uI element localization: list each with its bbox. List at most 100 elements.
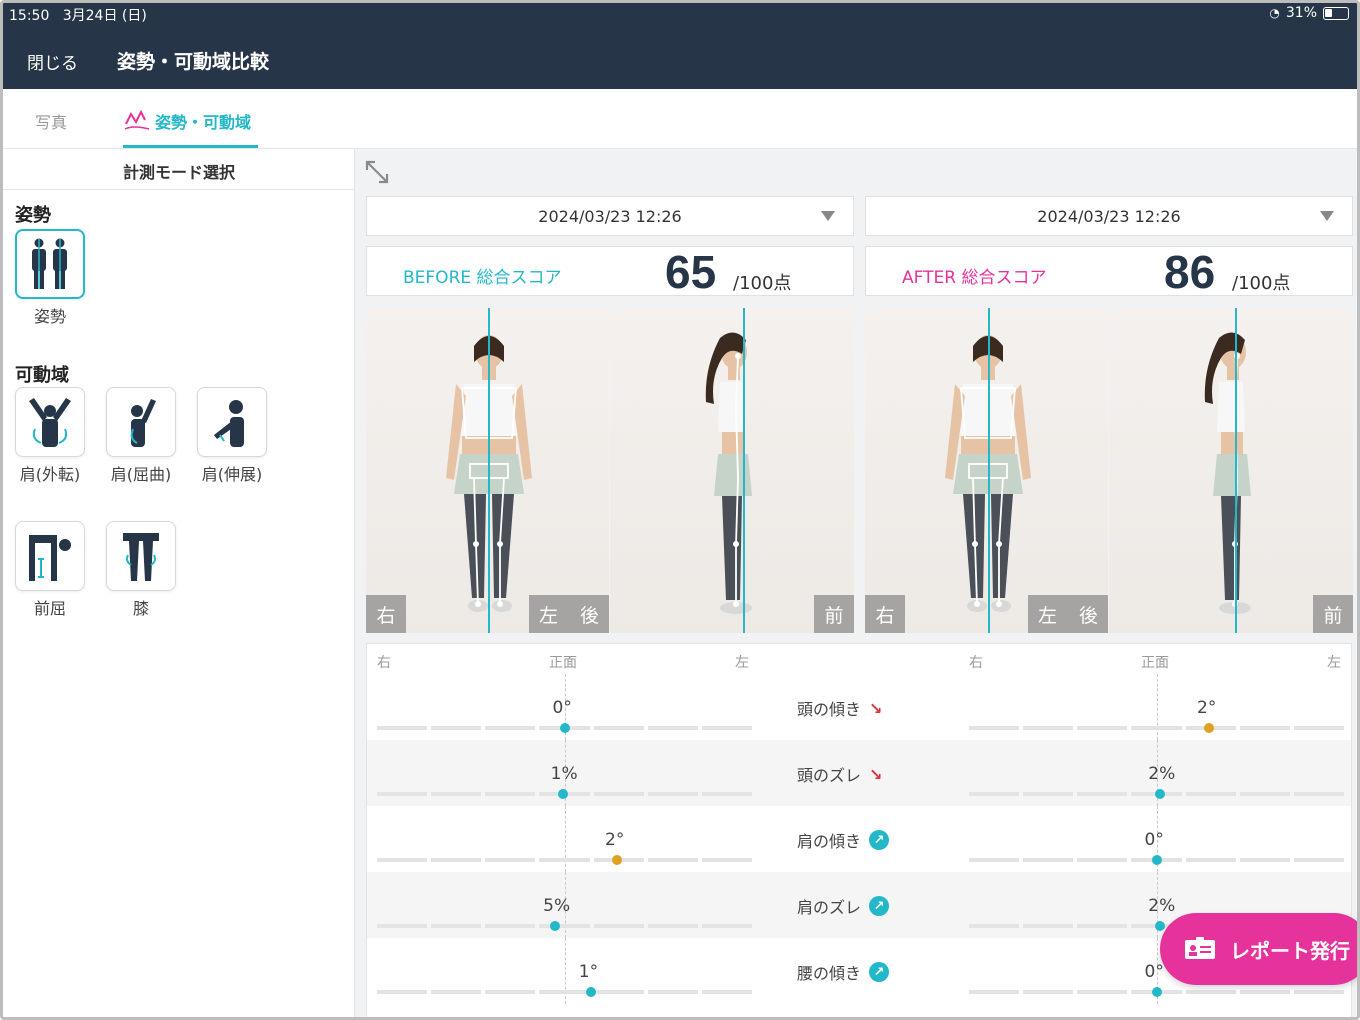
metric-label-text: 腰の傾き bbox=[797, 964, 862, 983]
mode-shoulder-flexion-button[interactable] bbox=[106, 387, 176, 457]
shoulder-extension-icon bbox=[214, 400, 244, 447]
before-value-dot bbox=[550, 921, 561, 931]
metric-label-text: 肩のズレ bbox=[797, 898, 862, 917]
before-axis-center: 正面 bbox=[549, 655, 577, 671]
shoulder-flexion-icon bbox=[130, 399, 156, 447]
divider bbox=[3, 189, 355, 190]
trend-up-icon: ↗ bbox=[869, 962, 890, 982]
before-date-text: 2024/03/23 12:26 bbox=[538, 207, 682, 226]
expand-icon[interactable] bbox=[364, 159, 390, 185]
tab-photo[interactable]: 写真 bbox=[35, 109, 67, 133]
battery-level: 31% bbox=[1285, 5, 1317, 21]
mode-posture-button[interactable] bbox=[15, 229, 85, 299]
before-axis-right: 右 bbox=[377, 655, 391, 671]
table-row: 頭のズレ ↘ 1% 2% bbox=[367, 740, 1351, 806]
issue-report-button[interactable]: レポート発行 bbox=[1160, 913, 1357, 985]
mode-knee-button[interactable] bbox=[106, 521, 176, 591]
value-track bbox=[377, 990, 752, 994]
after-value-text: 2% bbox=[1148, 896, 1176, 916]
before-value-dot bbox=[559, 723, 570, 733]
before-side-photo[interactable]: 後 前 bbox=[610, 308, 854, 633]
after-value-text: 0° bbox=[1144, 962, 1164, 982]
before-front-photo[interactable]: 右 左後 bbox=[366, 308, 609, 633]
mode-shoulder-abduction-label: 肩(外転) bbox=[19, 465, 81, 484]
mode-forward-bend-button[interactable] bbox=[15, 521, 85, 591]
value-track bbox=[969, 726, 1344, 730]
center-guide-line bbox=[743, 308, 745, 633]
mode-shoulder-extension-label: 肩(伸展) bbox=[201, 465, 263, 484]
table-row: 頭の傾き ↘ 0° 2° bbox=[367, 674, 1351, 740]
left-back-label: 左後 bbox=[1028, 595, 1108, 633]
after-value-text: 2° bbox=[1197, 698, 1217, 718]
before-value-text: 2° bbox=[605, 830, 625, 850]
before-score-label: BEFORE 総合スコア bbox=[403, 268, 562, 288]
center-dash-line bbox=[564, 806, 566, 872]
before-value-text: 1% bbox=[550, 764, 578, 784]
trend-up-icon: ↗ bbox=[869, 830, 890, 850]
person-side-figure bbox=[705, 332, 752, 614]
after-value-dot bbox=[1204, 723, 1214, 733]
after-value-dot bbox=[1155, 921, 1166, 931]
app-frame: 15:50 3月24日 (日) ◔ 31% 閉じる 姿勢・可動域比較 写真 姿勢… bbox=[0, 0, 1360, 1020]
tab-bar: 写真 姿勢・可動域 bbox=[3, 89, 1357, 149]
after-front-photo[interactable]: 右 左後 bbox=[865, 308, 1108, 633]
rom-section-title: 可動域 bbox=[15, 365, 69, 386]
right-side-label: 右 bbox=[865, 595, 905, 633]
center-guide-line bbox=[1235, 308, 1237, 633]
page-title: 姿勢・可動域比較 bbox=[117, 51, 270, 73]
status-date: 3月24日 (日) bbox=[62, 8, 147, 24]
wifi-icon: ◔ bbox=[1269, 6, 1280, 20]
after-score-label: AFTER 総合スコア bbox=[902, 268, 1047, 288]
left-back-label: 左後 bbox=[529, 595, 609, 633]
metric-label: 肩の傾き ↗ bbox=[797, 828, 947, 852]
forward-bend-icon bbox=[29, 535, 71, 581]
trend-up-icon: ↗ bbox=[869, 896, 890, 916]
back-label-text: 後 bbox=[1079, 604, 1099, 627]
app-header: 15:50 3月24日 (日) ◔ 31% 閉じる 姿勢・可動域比較 bbox=[3, 3, 1357, 89]
center-guide-line bbox=[988, 308, 990, 633]
metric-label: 頭の傾き ↘ bbox=[797, 696, 947, 720]
status-time: 15:50 3月24日 (日) bbox=[9, 5, 147, 25]
status-right: ◔ 31% bbox=[1269, 5, 1349, 21]
after-score-card: AFTER 総合スコア 86 /100点 bbox=[865, 246, 1353, 298]
close-button[interactable]: 閉じる bbox=[27, 49, 78, 74]
person-front-figure bbox=[945, 335, 1031, 612]
shoulder-abduction-icon bbox=[29, 398, 71, 447]
status-time-text: 15:50 bbox=[9, 8, 50, 24]
mode-shoulder-abduction-button[interactable] bbox=[15, 387, 85, 457]
center-dash-line bbox=[564, 938, 566, 1004]
before-value-dot bbox=[557, 789, 568, 799]
after-axis-left: 左 bbox=[1327, 655, 1341, 671]
trend-down-icon: ↘ bbox=[869, 698, 883, 718]
battery-icon bbox=[1323, 6, 1349, 20]
before-date-select[interactable]: 2024/03/23 12:26 bbox=[366, 196, 854, 236]
metric-label: 肩のズレ ↗ bbox=[797, 894, 947, 918]
metric-label: 頭のズレ ↘ bbox=[797, 762, 947, 786]
before-score-value: 65 bbox=[665, 246, 717, 298]
after-axis-center: 正面 bbox=[1141, 655, 1169, 671]
left-label: 左 bbox=[538, 604, 558, 627]
after-date-select[interactable]: 2024/03/23 12:26 bbox=[865, 196, 1353, 236]
mode-shoulder-extension-button[interactable] bbox=[197, 387, 267, 457]
before-value-dot bbox=[612, 855, 622, 865]
compare-panel: 2024/03/23 12:26 2024/03/23 12:26 BEFORE… bbox=[356, 149, 1357, 1017]
metric-label: 腰の傾き ↗ bbox=[797, 960, 947, 984]
mode-shoulder-flexion-label: 肩(屈曲) bbox=[110, 465, 172, 484]
tab-posture-rom[interactable]: 姿勢・可動域 bbox=[123, 109, 251, 133]
mode-knee-label: 膝 bbox=[132, 599, 149, 618]
after-axis-right: 右 bbox=[969, 655, 983, 671]
before-value-text: 0° bbox=[552, 698, 572, 718]
after-side-photo[interactable]: 後 前 bbox=[1109, 308, 1353, 633]
front-label: 前 bbox=[1313, 595, 1353, 633]
after-value-dot bbox=[1155, 789, 1166, 799]
value-track bbox=[377, 858, 752, 862]
tab-active-indicator bbox=[123, 145, 258, 148]
before-value-text: 5% bbox=[543, 896, 571, 916]
before-axis-left: 左 bbox=[735, 655, 749, 671]
mode-select-title: 計測モード選択 bbox=[122, 163, 235, 182]
mode-posture-label: 姿勢 bbox=[33, 307, 66, 326]
mode-forward-bend-label: 前屈 bbox=[33, 599, 66, 618]
metric-label-text: 頭の傾き bbox=[797, 700, 862, 719]
after-value-text: 0° bbox=[1144, 830, 1164, 850]
before-score-max: /100点 bbox=[733, 273, 792, 294]
